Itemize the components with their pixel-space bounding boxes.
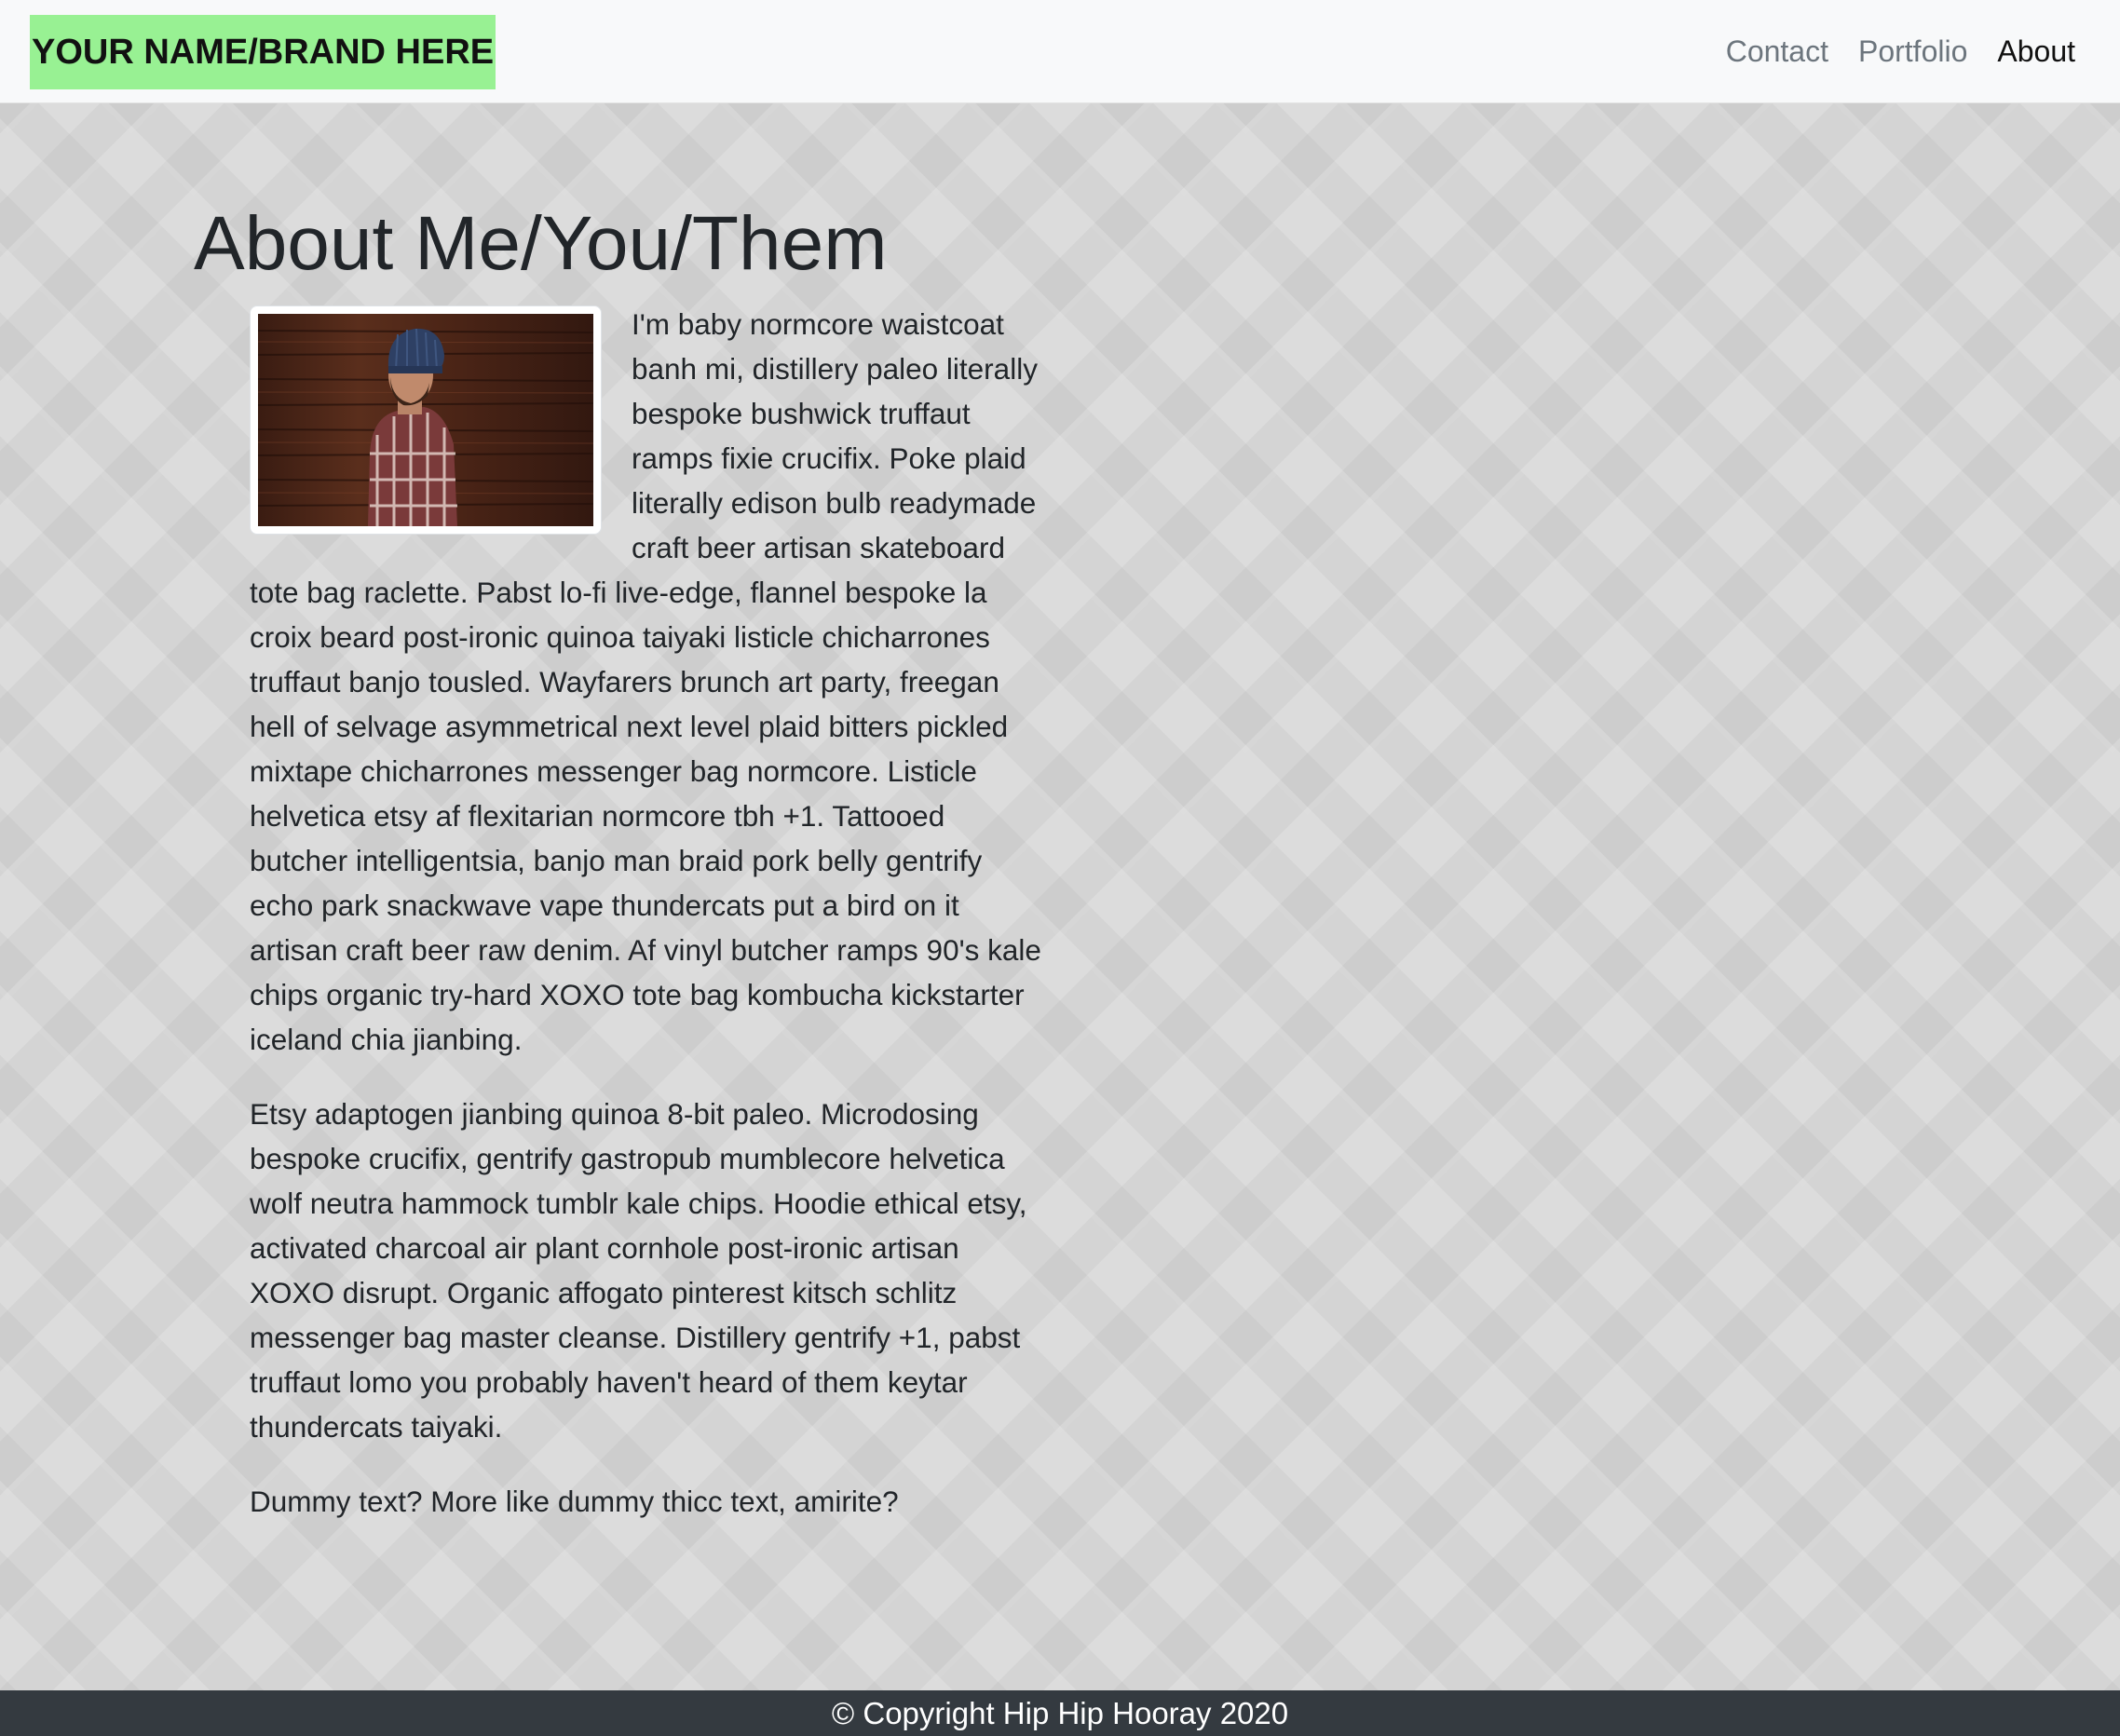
nav-link-about[interactable]: About (1997, 34, 2075, 69)
nav-link-contact[interactable]: Contact (1726, 34, 1828, 69)
about-paragraph-2: Etsy adaptogen jianbing quinoa 8-bit pal… (250, 1097, 1027, 1444)
about-paragraph-1: I'm baby normcore waistcoat banh mi, dis… (250, 302, 1041, 1062)
footer: © Copyright Hip Hip Hooray 2020 (0, 1690, 2120, 1736)
profile-photo (250, 305, 602, 535)
about-content: I'm baby normcore waistcoat banh mi, dis… (250, 302, 1041, 1553)
nav-link-portfolio[interactable]: Portfolio (1858, 34, 1967, 69)
copyright-text: © Copyright Hip Hip Hooray 2020 (831, 1696, 1289, 1730)
about-paragraph-3: Dummy text? More like dummy thicc text, … (250, 1485, 899, 1518)
brand-logo-link[interactable]: YOUR NAME/BRAND HERE (30, 15, 496, 89)
nav-links: Contact Portfolio About (1726, 0, 2075, 103)
navbar: YOUR NAME/BRAND HERE Contact Portfolio A… (0, 0, 2120, 103)
profile-photo-image (258, 314, 593, 526)
page-title: About Me/You/Them (194, 201, 888, 286)
